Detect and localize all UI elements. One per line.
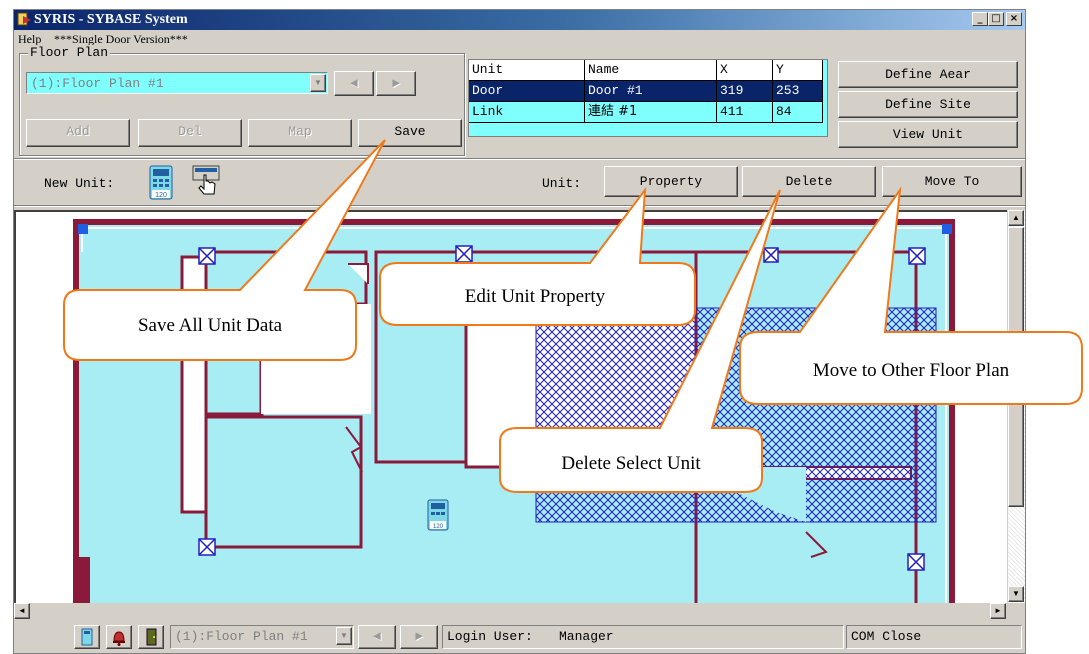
callout-layer: Save All Unit Data Edit Unit Property De… [63,139,1083,493]
delete-callout-text: Delete Select Unit [561,453,701,474]
save-callout-text: Save All Unit Data [138,315,283,336]
move-callout-text: Move to Other Floor Plan [813,360,1010,381]
property-callout: Edit Unit Property [379,186,696,326]
property-callout-text: Edit Unit Property [465,286,606,307]
save-callout: Save All Unit Data [63,139,386,361]
move-callout: Move to Other Floor Plan [739,186,1083,405]
